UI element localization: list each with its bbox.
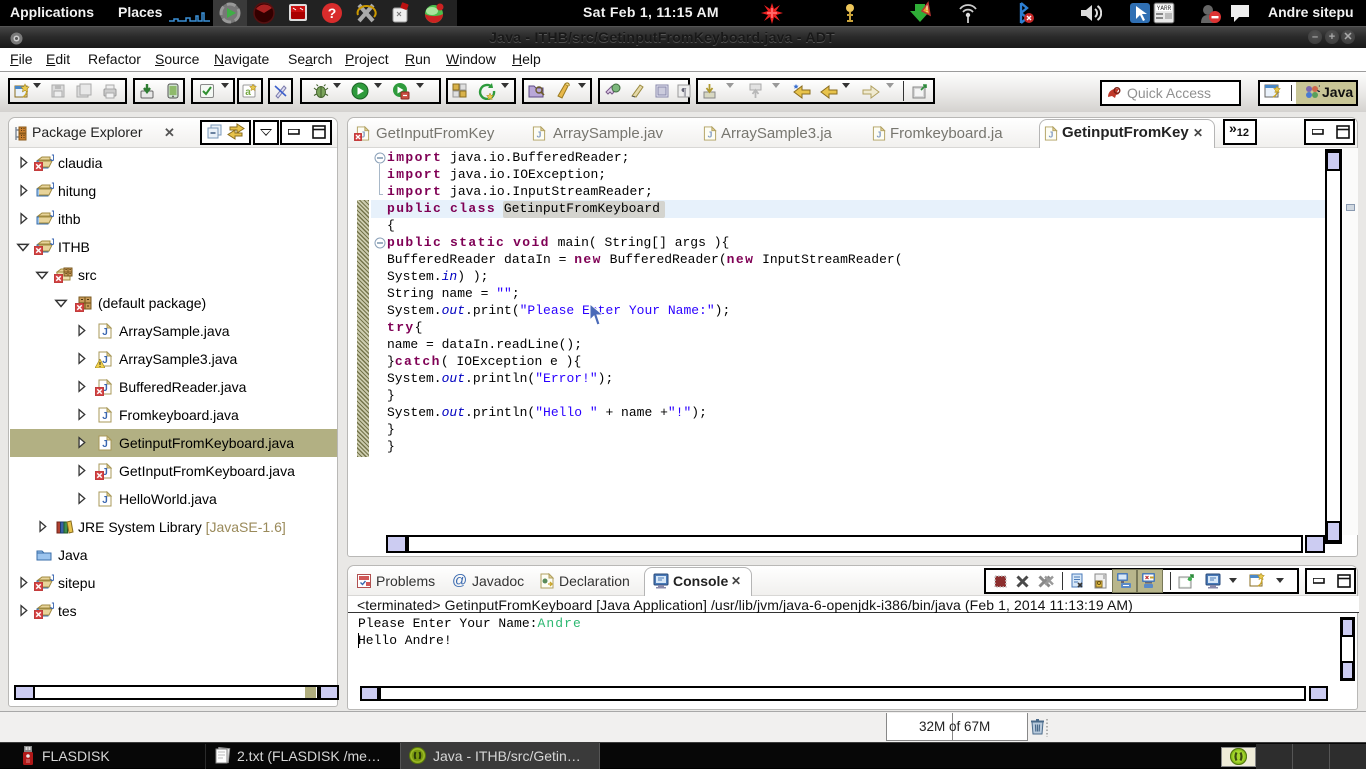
svg-text:a: a [245, 87, 251, 98]
svg-text:!: ! [926, 4, 929, 14]
svg-text:J: J [1317, 84, 1320, 94]
svg-text:YARR: YARR [1157, 5, 1172, 12]
svg-text:?: ? [328, 5, 337, 21]
svg-text:¶: ¶ [682, 86, 687, 98]
